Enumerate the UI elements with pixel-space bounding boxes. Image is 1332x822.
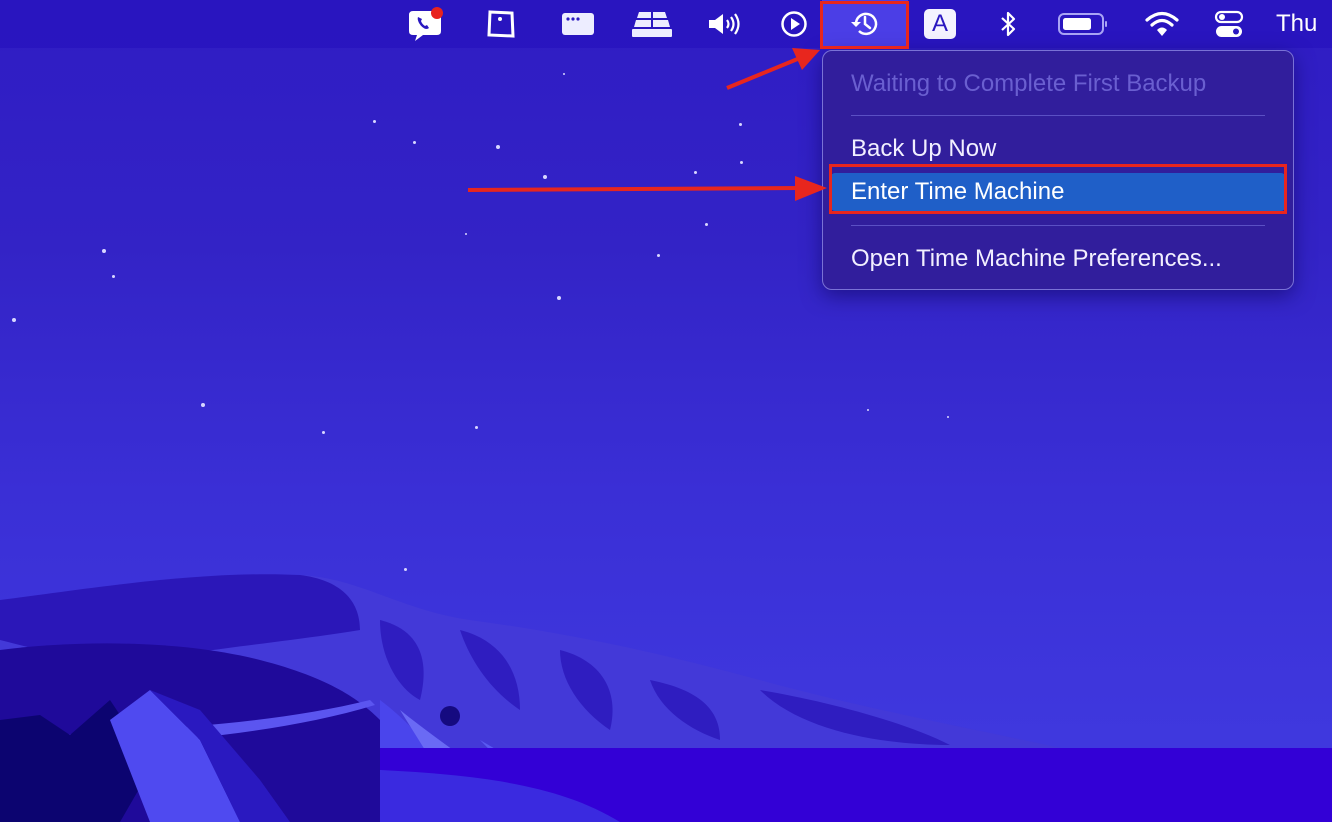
star xyxy=(557,296,561,300)
star xyxy=(947,416,949,418)
star xyxy=(475,426,478,429)
star xyxy=(705,223,708,226)
star xyxy=(102,249,106,253)
menu-item-enter-time-machine[interactable]: Enter Time Machine xyxy=(831,173,1285,211)
star xyxy=(867,409,869,411)
menu-separator xyxy=(851,115,1265,116)
backup-status-label: Waiting to Complete First Backup xyxy=(851,70,1207,97)
clock-text: Thu xyxy=(1276,10,1318,37)
app-window-icon[interactable] xyxy=(560,0,596,48)
star xyxy=(543,175,547,179)
star xyxy=(201,403,205,407)
star xyxy=(413,141,416,144)
star xyxy=(563,73,565,75)
time-machine-menu: Waiting to Complete First Backup Back Up… xyxy=(822,50,1294,290)
star xyxy=(12,318,16,322)
star xyxy=(694,171,697,174)
star xyxy=(465,233,467,235)
phone-messages-icon[interactable] xyxy=(404,0,448,48)
mountain-landscape xyxy=(0,574,1332,822)
clock[interactable]: Thu xyxy=(1276,0,1332,48)
star xyxy=(322,431,325,434)
star xyxy=(657,254,660,257)
input-source-label: A xyxy=(924,9,956,39)
menu-item-open-preferences[interactable]: Open Time Machine Preferences... xyxy=(831,240,1285,278)
menu-item-back-up-now[interactable]: Back Up Now xyxy=(831,130,1285,168)
play-circle-icon[interactable] xyxy=(778,0,810,48)
star xyxy=(112,275,115,278)
star xyxy=(373,120,376,123)
menu-separator xyxy=(851,225,1265,226)
wifi-icon[interactable] xyxy=(1144,0,1180,48)
star xyxy=(740,161,743,164)
menu-bar: A Thu xyxy=(0,0,1332,48)
volume-icon[interactable] xyxy=(706,0,746,48)
notes-pin-icon[interactable] xyxy=(482,0,520,48)
stacked-layers-icon[interactable] xyxy=(630,0,674,48)
time-machine-icon[interactable] xyxy=(822,0,908,48)
control-center-icon[interactable] xyxy=(1212,0,1246,48)
bluetooth-icon[interactable] xyxy=(994,0,1022,48)
battery-icon[interactable] xyxy=(1056,0,1110,48)
input-source-icon[interactable]: A xyxy=(922,0,958,48)
star xyxy=(496,145,500,149)
star xyxy=(739,123,742,126)
